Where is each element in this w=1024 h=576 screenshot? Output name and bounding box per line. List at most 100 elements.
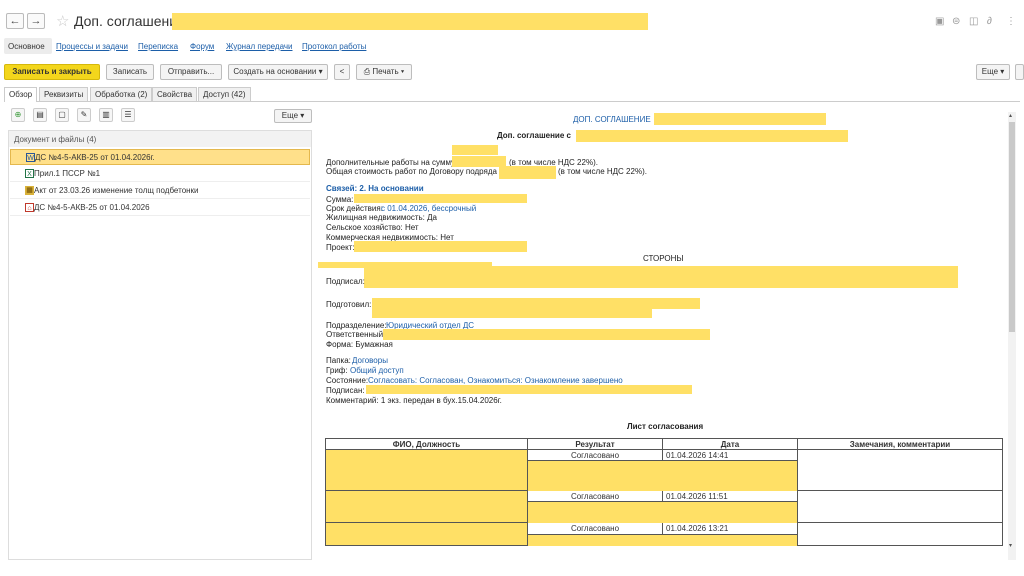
more-vert-icon[interactable]: ⋮ [1006, 16, 1016, 27]
file-item-label: Прил.1 ПССР №1 [34, 169, 101, 178]
excel-icon: X [25, 169, 34, 178]
section-work-log[interactable]: Протокол работы [302, 42, 366, 51]
doc-links[interactable]: Связей: 2. На основании [326, 184, 424, 193]
help-button[interactable] [1015, 64, 1024, 80]
section-correspondence[interactable]: Переписка [138, 42, 178, 51]
scroll-up-icon[interactable]: ▴ [1009, 112, 1012, 119]
doc-grif-value[interactable]: Общий доступ [350, 366, 404, 375]
link-icon[interactable]: ∂ [987, 16, 992, 27]
col-header: Замечания, комментарии [797, 438, 1003, 450]
doc-project-label: Проект: [326, 243, 355, 252]
file-item-label: Акт от 23.03.26 изменение толщ подбетонк… [34, 186, 199, 195]
comment-cell [797, 449, 1003, 491]
copy-file-icon[interactable]: ▤ [33, 108, 47, 122]
redaction [372, 309, 652, 318]
favorite-star-icon[interactable]: ☆ [56, 12, 69, 30]
doc-subheading: Доп. соглашение с [497, 131, 571, 140]
save-icon[interactable]: ▣ [935, 16, 944, 27]
doc-form: Форма: Бумажная [326, 340, 393, 349]
file-item[interactable]: ▦ Акт от 23.03.26 изменение толщ подбето… [10, 183, 310, 199]
chevron-down-icon: ▾ [300, 111, 305, 120]
doc-add-work: Дополнительные работы на сумму [326, 158, 456, 167]
table-header-row: ФИО, Должность Результат Дата Замечания,… [325, 438, 1003, 450]
section-processes[interactable]: Процессы и задачи [56, 42, 128, 51]
redaction [527, 501, 798, 523]
more-button[interactable]: Еще ▾ [976, 64, 1010, 80]
doc-validity-label: Срок действия: [326, 204, 383, 213]
forward-button[interactable]: → [27, 13, 45, 29]
section-forum[interactable]: Форум [190, 42, 214, 51]
print-button[interactable]: ⎙ Печать ▾ [356, 64, 412, 80]
send-button[interactable]: Отправить... [160, 64, 222, 80]
redaction [654, 113, 826, 125]
tab-overview[interactable]: Обзор [4, 87, 38, 102]
edit-file-icon[interactable]: ✎ [77, 108, 91, 122]
save-button[interactable]: Записать [106, 64, 154, 80]
section-main[interactable]: Основное [8, 42, 45, 51]
print-icon[interactable]: ⊜ [952, 16, 960, 27]
tab-processing[interactable]: Обработка (2) [90, 87, 153, 101]
result-cell: Согласовано [527, 490, 663, 502]
preview-icon[interactable]: ◫ [969, 16, 978, 27]
approver-cell [325, 522, 528, 546]
file-item-label: ДС №4-5-АКВ-25 от 01.04.2026 [34, 203, 150, 212]
approver-cell [325, 449, 528, 491]
save-and-close-button[interactable]: Записать и закрыть [4, 64, 100, 80]
table-row: Согласовано 01.04.2026 14:41 [325, 448, 1003, 491]
table-row: Согласовано 01.04.2026 13:21 [325, 522, 1003, 546]
tab-requisites[interactable]: Реквизиты [39, 87, 89, 101]
doc-grif-label: Гриф: [326, 366, 348, 375]
file-item[interactable]: X Прил.1 ПССР №1 [10, 166, 310, 182]
date-cell: 01.04.2026 11:51 [662, 490, 798, 502]
share-button[interactable]: < [334, 64, 350, 80]
col-header: Дата [662, 438, 798, 450]
left-more-button[interactable]: Еще ▾ [274, 109, 312, 123]
comment-cell [797, 522, 1003, 546]
table-row: Согласовано 01.04.2026 11:51 [325, 490, 1003, 523]
pdf-icon: ⌂ [25, 203, 34, 212]
section-transfer-log[interactable]: Журнал передачи [226, 42, 293, 51]
redaction [364, 266, 958, 288]
doc-state-value[interactable]: Согласовать: Согласован, Ознакомиться: О… [368, 376, 623, 385]
chevron-down-icon: ▾ [318, 67, 323, 76]
redaction [366, 385, 692, 394]
share-icon: < [339, 67, 345, 76]
doc-folder-value[interactable]: Договоры [352, 356, 388, 365]
redaction [372, 298, 700, 309]
tab-access[interactable]: Доступ (42) [198, 87, 251, 101]
scan-icon[interactable]: ☰ [121, 108, 135, 122]
scrollbar-thumb[interactable] [1009, 122, 1015, 332]
back-button[interactable]: ← [6, 13, 24, 29]
add-icon[interactable]: ⊕ [11, 108, 25, 122]
col-header: Результат [527, 438, 663, 450]
comment-cell [797, 490, 1003, 523]
chevron-down-icon: ▾ [400, 67, 405, 76]
file-item[interactable]: ⌂ ДС №4-5-АКВ-25 от 01.04.2026 [10, 200, 310, 216]
scroll-down-icon[interactable]: ▾ [1009, 542, 1012, 549]
doc-agri: Сельское хозяйство: Нет [326, 223, 419, 232]
more-label: Еще [981, 67, 999, 76]
doc-heading[interactable]: ДОП. СОГЛАШЕНИЕ [573, 115, 651, 124]
archive-icon: ▦ [25, 186, 34, 195]
col-header: ФИО, Должность [325, 438, 528, 450]
file-item[interactable]: W ДС №4-5-АКВ-25 от 01.04.2026г. [10, 149, 310, 165]
new-file-icon[interactable]: ▢ [55, 108, 69, 122]
doc-parties: СТОРОНЫ [643, 254, 684, 263]
approval-table: ФИО, Должность Результат Дата Замечания,… [325, 438, 1003, 546]
doc-housing: Жилищная недвижимость: Да [326, 213, 437, 222]
doc-dept-label: Подразделение: [326, 321, 387, 330]
left-more-label: Еще [281, 111, 299, 120]
file-item-label: ДС №4-5-АКВ-25 от 01.04.2026г. [35, 153, 155, 162]
doc-signed-label: Подписал: [326, 277, 365, 286]
doc-total-cost: Общая стоимость работ по Договору подряд… [326, 167, 502, 176]
date-cell: 01.04.2026 14:41 [662, 448, 798, 462]
date-cell: 01.04.2026 13:21 [662, 522, 798, 535]
printer-icon: ⎙ [363, 67, 371, 76]
tab-properties[interactable]: Свойства [152, 87, 198, 101]
lock-file-icon[interactable]: ▥ [99, 108, 113, 122]
doc-resp-label: Ответственный: [326, 330, 386, 339]
redaction [452, 156, 506, 167]
create-based-on-button[interactable]: Создать на основании ▾ [228, 64, 328, 80]
redaction [354, 194, 527, 203]
doc-validity-value[interactable]: с 01.04.2026, бессрочный [381, 204, 476, 213]
